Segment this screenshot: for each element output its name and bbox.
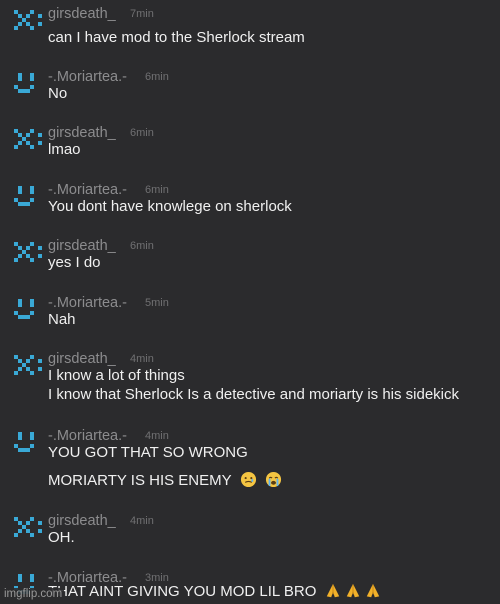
message-text: MORIARTY IS HIS ENEMY — [48, 472, 232, 489]
message-text: THAT AINT GIVING YOU MOD LIL BRO — [48, 583, 317, 600]
message-username[interactable]: girsdeath_ — [48, 513, 116, 529]
x-pixel-avatar-icon[interactable] — [14, 10, 42, 31]
x-pixel-avatar-icon[interactable] — [14, 517, 42, 538]
message-time: 4min — [130, 353, 154, 365]
message-time: 7min — [130, 8, 154, 20]
message-text: OH. — [48, 529, 75, 546]
message-text: can I have mod to the Sherlock stream — [48, 29, 305, 46]
folded-hands-emoji-icon — [345, 583, 361, 603]
crying-emoji-icon — [265, 471, 282, 492]
message-username[interactable]: -.Moriartea.- — [48, 428, 127, 444]
message-text: Nah — [48, 311, 76, 328]
message-text: lmao — [48, 141, 81, 158]
message-username[interactable]: -.Moriartea.- — [48, 69, 127, 85]
message-text-line: THAT AINT GIVING YOU MOD LIL BRO — [48, 583, 381, 603]
folded-hands-emoji-icon — [365, 583, 381, 603]
message-time: 6min — [130, 127, 154, 139]
message-time: 4min — [145, 430, 169, 442]
message-username[interactable]: -.Moriartea.- — [48, 295, 127, 311]
message-text-line: MORIARTY IS HIS ENEMY — [48, 471, 282, 492]
message-text: yes I do — [48, 254, 101, 271]
message-time: 6min — [145, 71, 169, 83]
tearful-smile-emoji-icon — [240, 471, 257, 492]
message-text: I know a lot of things — [48, 367, 185, 384]
message-text: I know that Sherlock Is a detective and … — [48, 386, 460, 403]
message-username[interactable]: girsdeath_ — [48, 238, 116, 254]
smile-pixel-avatar-icon[interactable] — [14, 186, 40, 207]
message-username[interactable]: girsdeath_ — [48, 6, 116, 22]
message-text: No — [48, 85, 68, 102]
smile-pixel-avatar-icon[interactable] — [14, 299, 40, 320]
x-pixel-avatar-icon[interactable] — [14, 129, 42, 150]
chat-log: girsdeath_ 7min can I have mod to the Sh… — [0, 0, 500, 604]
imgflip-watermark: imgflip.com — [2, 588, 65, 600]
message-time: 5min — [145, 297, 169, 309]
message-text: YOU GOT THAT SO WRONG — [48, 444, 248, 461]
message-username[interactable]: girsdeath_ — [48, 351, 116, 367]
smile-pixel-avatar-icon[interactable] — [14, 73, 40, 94]
x-pixel-avatar-icon[interactable] — [14, 355, 42, 376]
message-username[interactable]: girsdeath_ — [48, 125, 116, 141]
message-username[interactable]: -.Moriartea.- — [48, 182, 127, 198]
message-time: 6min — [145, 184, 169, 196]
x-pixel-avatar-icon[interactable] — [14, 242, 42, 263]
message-time: 6min — [130, 240, 154, 252]
message-text: You dont have knowlege on sherlock — [48, 198, 292, 215]
smile-pixel-avatar-icon[interactable] — [14, 432, 40, 453]
message-time: 4min — [130, 515, 154, 527]
folded-hands-emoji-icon — [325, 583, 341, 603]
